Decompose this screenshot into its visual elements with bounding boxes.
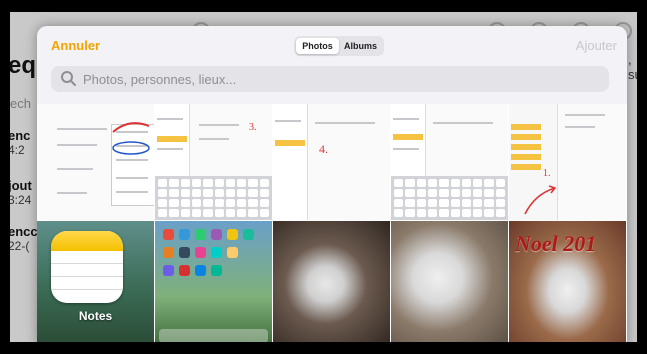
selection-highlight [511,124,541,130]
app-icon [211,229,222,240]
step-annotation: 3. [249,122,257,133]
search-icon [61,71,76,86]
app-icon [179,247,190,258]
search-bar [51,66,609,92]
app-icon [163,229,174,240]
cancel-button[interactable]: Annuler [51,38,100,53]
tab-albums[interactable]: Albums [339,38,382,54]
photos-albums-segmented-control: Photos Albums [294,36,384,56]
photo-thumbnail-screenshot[interactable]: 1. [509,104,626,220]
app-icon [179,229,190,240]
keyboard-image [391,176,508,220]
photo-picker-sheet: Annuler Photos Albums Ajouter Photos, pe… [37,26,627,342]
app-icon [227,247,238,258]
text-line [157,148,183,150]
dock [159,329,268,342]
app-icon [163,265,174,276]
selection-highlight [511,154,541,160]
text-line [116,177,148,179]
search-input[interactable] [79,70,609,88]
text-line [57,192,87,194]
text-line [275,120,301,122]
selection-highlight [275,140,305,146]
selection-highlight [511,134,541,140]
app-icon [195,265,206,276]
photo-thumbnail[interactable] [273,221,390,342]
device-screen: eq ech enc 4:2 jout 3:24 encc 22-( , su … [10,12,637,342]
step-annotation: 4. [319,142,328,156]
text-line [393,148,419,150]
text-line [116,191,148,193]
text-line [393,118,419,120]
app-icon [211,247,222,258]
background-title: eq [10,52,37,79]
photo-thumbnail-notes-app[interactable]: Notes [37,221,154,342]
background-list-item: jout 3:24 [10,178,32,207]
background-search-hint: ech [10,96,31,111]
keyboard-image [155,176,272,220]
red-annotation-mark [112,122,150,155]
app-icon [243,229,254,240]
text-line [433,122,493,124]
background-right-text: , su [628,52,637,82]
add-button[interactable]: Ajouter [576,38,617,53]
text-line [565,114,605,116]
text-line [199,138,229,140]
handwritten-arrow-annotation [524,185,557,215]
text-line [199,124,239,126]
text-line [315,122,375,124]
app-icon [179,265,190,276]
selection-highlight [393,134,423,140]
text-line [57,144,97,146]
text-line [57,128,107,130]
app-icon [163,247,174,258]
notes-app-label: Notes [78,309,113,323]
app-icon [211,265,222,276]
notes-app-icon [51,231,123,303]
app-icon [195,247,206,258]
photo-thumbnail[interactable] [391,221,508,342]
step-annotation: 1. [543,168,551,179]
app-icon [227,229,238,240]
photo-caption-text: Noel 201 [515,231,597,256]
photo-thumbnail-screenshot[interactable] [37,104,154,220]
background-list-item: encc 22-( [10,224,38,253]
photo-thumbnail-screenshot[interactable]: 4. [273,104,390,220]
text-line [565,126,595,128]
selection-highlight [157,136,187,142]
text-line [116,159,148,161]
tab-photos[interactable]: Photos [296,38,339,54]
sidebar-pane [273,104,308,220]
text-line [157,118,183,120]
photo-thumbnail-home-screen[interactable] [155,221,272,342]
selection-highlight [511,164,541,170]
selection-highlight [511,144,541,150]
photo-thumbnail-screenshot[interactable]: 3. [155,104,272,220]
app-icon [195,229,206,240]
photo-grid: 3. 4. 1. Notes Noel 201 [37,104,627,342]
background-list-item: enc 4:2 [10,128,31,157]
text-line [57,168,93,170]
photo-thumbnail[interactable]: Noel 201 [509,221,626,342]
photo-thumbnail-screenshot[interactable] [391,104,508,220]
